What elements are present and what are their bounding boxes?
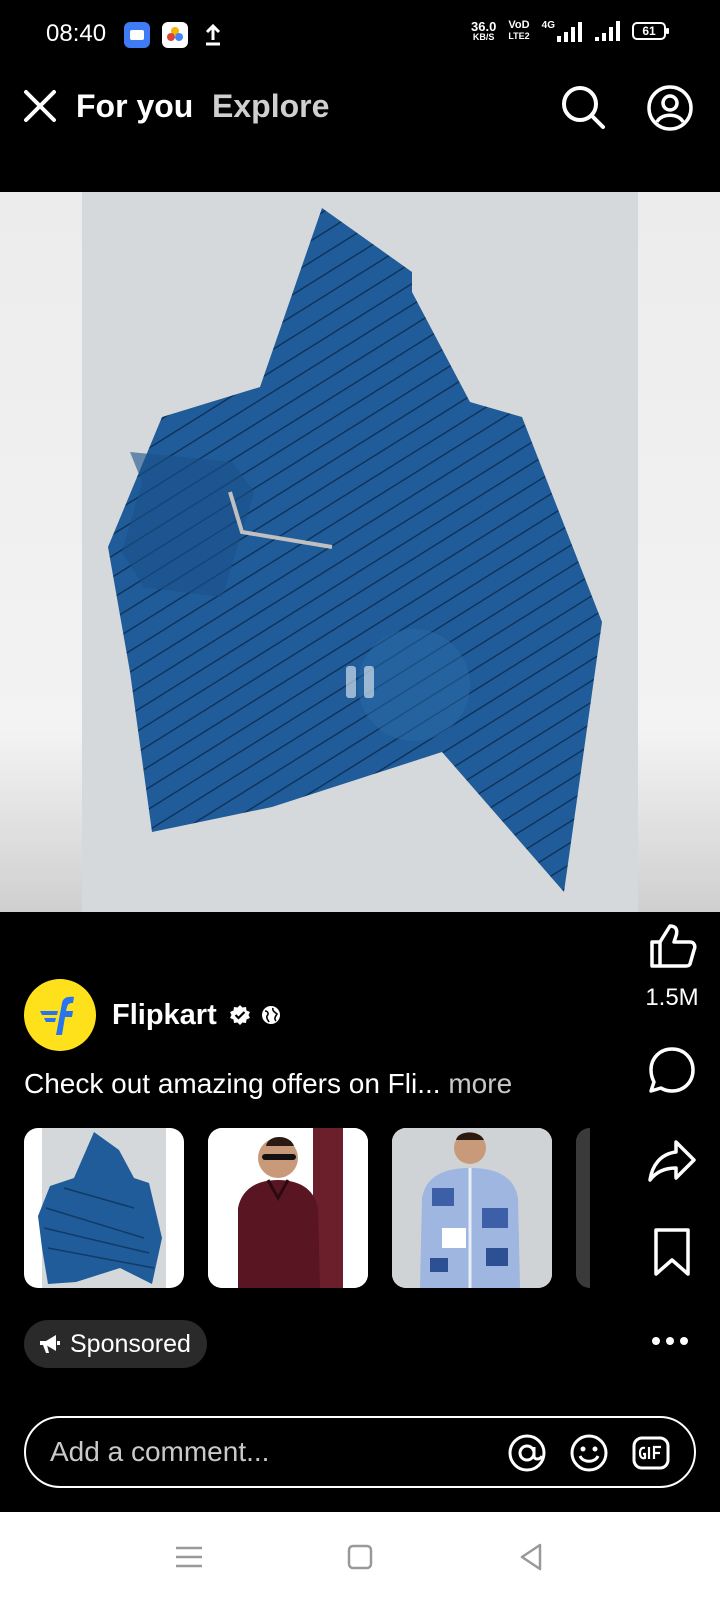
share-icon — [648, 1140, 696, 1182]
network-speed: 36.0 KB/S — [471, 18, 497, 42]
product-thumb-blue-pattern-shirt[interactable] — [392, 1128, 552, 1288]
reel-video[interactable] — [0, 192, 720, 912]
verified-badge-icon — [229, 1005, 250, 1025]
volte-top: VoD — [508, 19, 530, 31]
top-header: For you Explore — [0, 70, 720, 146]
blue-pattern-shirt-thumbnail — [392, 1128, 552, 1288]
caption-more-link[interactable]: more — [448, 1068, 512, 1099]
partial-product-thumbnail — [576, 1128, 590, 1288]
home-nav-icon[interactable] — [343, 1540, 377, 1574]
product-image — [82, 192, 638, 912]
emoji-icon[interactable] — [568, 1432, 610, 1474]
author-name[interactable]: Flipkart — [112, 999, 217, 1032]
more-options-icon[interactable] — [650, 1326, 690, 1356]
share-button[interactable] — [642, 1130, 702, 1190]
product-thumb-maroon-shirt[interactable] — [208, 1128, 368, 1288]
volte-indicator: VoD LTE2 — [508, 20, 529, 42]
caption-text: Check out amazing offers on Fli... — [24, 1068, 441, 1099]
save-button[interactable] — [642, 1222, 702, 1282]
like-count: 1.5M — [645, 984, 699, 1011]
product-thumb-partial[interactable] — [576, 1128, 590, 1288]
search-icon[interactable] — [560, 84, 606, 130]
flipkart-logo-icon — [40, 996, 74, 1035]
like-button[interactable] — [642, 916, 702, 976]
system-status-icons: 36.0 KB/S VoD LTE2 4G 61 — [471, 18, 669, 42]
profile-icon[interactable] — [646, 84, 694, 132]
comment-input[interactable] — [50, 1418, 470, 1486]
message-notification-icon — [124, 22, 150, 48]
notification-icons — [124, 22, 226, 48]
mention-icon[interactable] — [506, 1432, 548, 1474]
battery-icon: 61 — [632, 22, 669, 40]
flipkart-avatar[interactable] — [24, 979, 96, 1051]
back-nav-icon[interactable] — [514, 1540, 548, 1574]
status-time: 08:40 — [46, 20, 107, 47]
post-caption[interactable]: Check out amazing offers on Fli... more — [24, 1068, 512, 1100]
product-thumb-blue-tshirt[interactable] — [24, 1128, 184, 1288]
tab-for-you[interactable]: For you — [76, 88, 193, 125]
signal-icon — [595, 21, 620, 41]
globe-icon — [261, 1006, 280, 1024]
blue-tshirt-illustration — [108, 208, 602, 892]
author-row: Flipkart — [24, 978, 281, 1052]
network-type: 4G — [541, 20, 555, 31]
photos-notification-icon — [162, 22, 188, 48]
menu-nav-icon[interactable] — [172, 1540, 206, 1574]
signal-4g-icon: 4G — [542, 20, 582, 42]
thumbs-up-icon — [650, 924, 697, 968]
gif-icon[interactable] — [630, 1432, 672, 1474]
status-bar: 08:40 36.0 KB/S VoD LTE2 4G 61 — [0, 0, 720, 70]
network-speed-unit: KB/S — [472, 31, 495, 42]
comment-icon — [649, 1047, 695, 1093]
comment-button[interactable] — [642, 1040, 702, 1100]
comment-bar — [24, 1416, 696, 1488]
tab-explore[interactable]: Explore — [212, 88, 329, 125]
bookmark-icon — [654, 1228, 690, 1276]
network-speed-value: 36.0 — [471, 18, 497, 34]
product-carousel[interactable] — [24, 1128, 590, 1288]
battery-level: 61 — [642, 24, 656, 38]
megaphone-icon — [40, 1335, 60, 1353]
sponsored-badge: Sponsored — [24, 1320, 207, 1368]
sponsored-label: Sponsored — [70, 1329, 191, 1358]
maroon-shirt-thumbnail — [208, 1128, 368, 1288]
blue-tshirt-thumbnail — [38, 1128, 166, 1288]
close-icon[interactable] — [20, 86, 60, 126]
pause-icon[interactable] — [340, 662, 380, 702]
upload-icon — [205, 23, 221, 46]
volte-bottom: LTE2 — [508, 31, 530, 41]
system-nav-bar — [0, 1512, 720, 1600]
